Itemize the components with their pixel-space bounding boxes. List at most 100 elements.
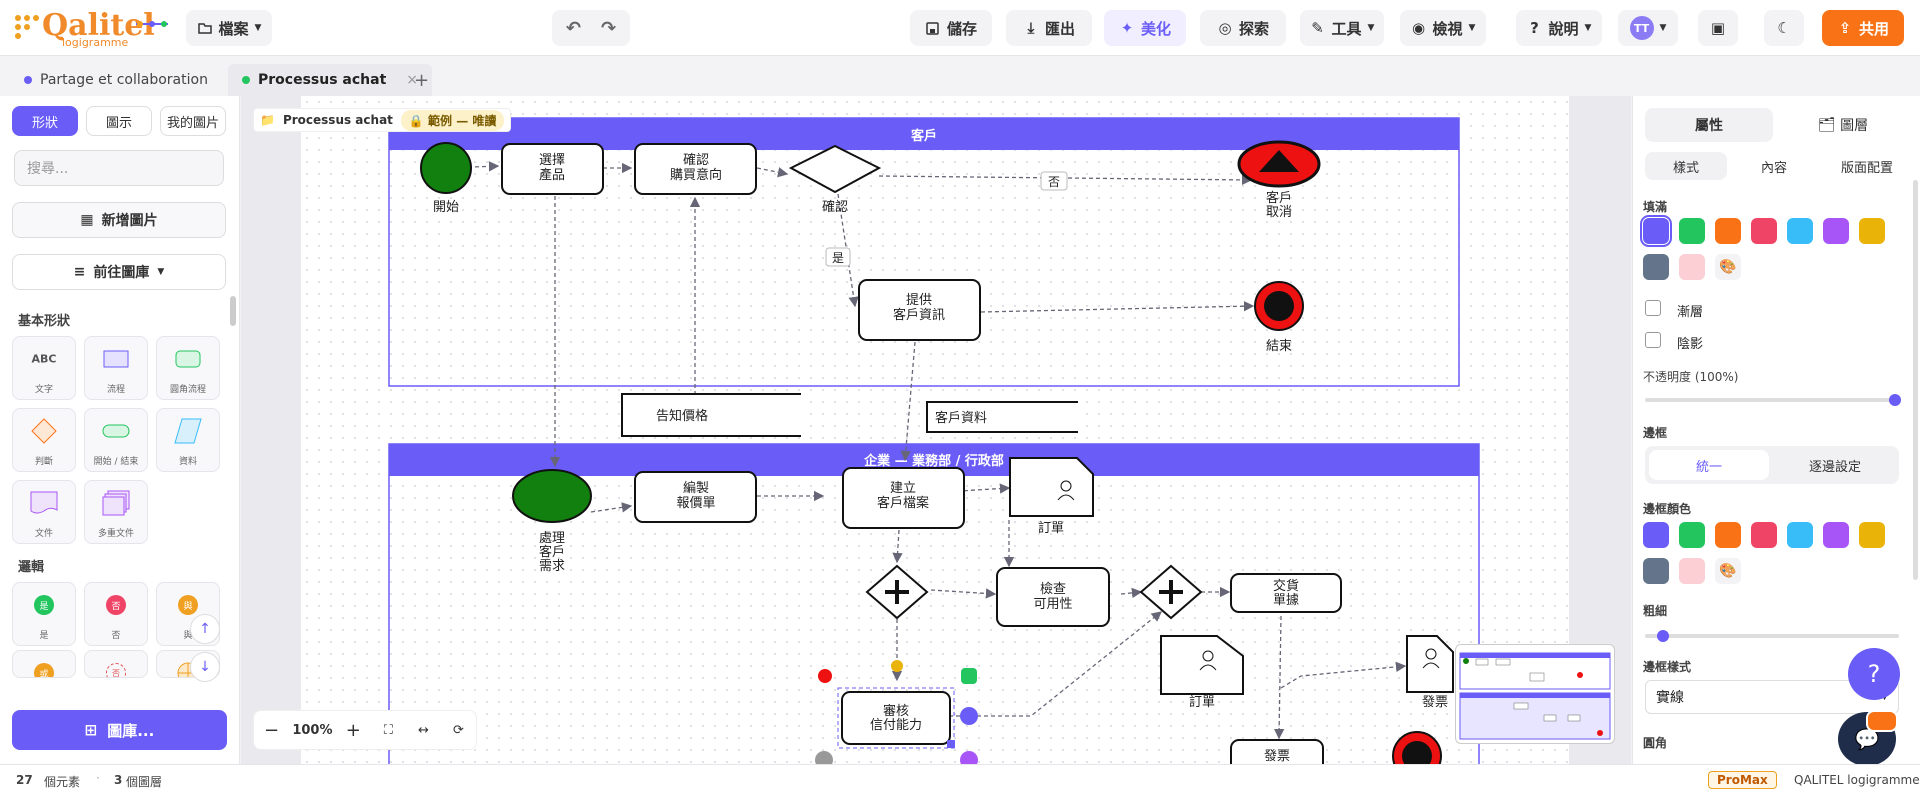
task-provide-info[interactable]: 提供客戶資訊 xyxy=(858,279,981,341)
fit-width-button[interactable]: ↔ xyxy=(406,723,441,738)
rotate-handle-icon[interactable] xyxy=(891,660,903,672)
logic-yes[interactable]: 是是 xyxy=(12,582,76,646)
save-button[interactable]: 儲存 xyxy=(910,10,992,46)
end-event-bottom[interactable] xyxy=(1392,731,1442,764)
task-check[interactable]: 檢查可用性 xyxy=(996,567,1110,627)
fill-swatch-purple[interactable] xyxy=(1640,215,1672,247)
new-tab-button[interactable]: + xyxy=(400,64,443,96)
zoom-in-button[interactable]: + xyxy=(336,720,371,741)
task-credit-check[interactable]: 審核信付能力 xyxy=(837,687,955,749)
start-event-handle[interactable]: 處理客戶需求 xyxy=(512,469,592,574)
shadow-checkbox[interactable] xyxy=(1645,332,1661,348)
opacity-slider[interactable] xyxy=(1645,398,1895,402)
tab-layers[interactable]: 🗂 圖層 xyxy=(1779,108,1907,142)
border-swatch-pink[interactable] xyxy=(1679,558,1705,584)
fill-swatch-red[interactable] xyxy=(1751,218,1777,244)
notification-badge[interactable] xyxy=(1866,710,1898,732)
logic-or[interactable]: 或 xyxy=(12,650,76,678)
delete-handle-icon[interactable] xyxy=(818,669,832,683)
border-mode-uniform[interactable]: 統一 xyxy=(1649,450,1769,480)
task-create-file[interactable]: 建立客戶檔案 xyxy=(842,467,965,529)
custom-color-button[interactable]: 🎨 xyxy=(1715,254,1741,280)
link-handle-icon[interactable] xyxy=(960,751,978,764)
fill-swatch-blue[interactable] xyxy=(1787,218,1813,244)
thickness-slider-thumb[interactable] xyxy=(1657,630,1669,642)
help-menu-button[interactable]: ? 說明 ▼ xyxy=(1516,10,1602,46)
document-order-2[interactable]: 訂單 xyxy=(1160,635,1244,710)
beautify-button[interactable]: ✦ 美化 xyxy=(1104,10,1186,46)
shape-process[interactable]: 流程 xyxy=(84,336,148,400)
end-event-cancel[interactable]: 客戶取消 xyxy=(1237,140,1321,220)
scroll-down-button[interactable]: ↓ xyxy=(190,652,220,682)
start-event[interactable]: 開始 xyxy=(420,142,472,215)
go-library-button[interactable]: ≡ 前往圖庫 ▼ xyxy=(12,254,226,290)
opacity-slider-thumb[interactable] xyxy=(1889,394,1901,406)
fill-swatch-yellow[interactable] xyxy=(1859,218,1885,244)
resize-handle-icon[interactable] xyxy=(947,740,955,748)
shape-data[interactable]: 資料 xyxy=(156,408,220,472)
task-invoice-2[interactable]: 發票 xyxy=(1230,739,1324,764)
task-quote[interactable]: 編製報價單 xyxy=(634,471,757,523)
document-order-1[interactable]: 訂單 xyxy=(1009,457,1094,536)
subtab-style[interactable]: 樣式 xyxy=(1645,152,1727,180)
view-menu-button[interactable]: ◉ 檢視 ▼ xyxy=(1400,10,1486,46)
tools-menu-button[interactable]: ✎ 工具 ▼ xyxy=(1300,10,1384,46)
redo-icon[interactable]: ↷ xyxy=(601,18,616,39)
border-swatch-violet[interactable] xyxy=(1823,522,1849,548)
task-delivery[interactable]: 交貨單據 xyxy=(1230,573,1342,613)
gateway-parallel-2[interactable] xyxy=(1139,564,1203,620)
duplicate-handle-icon[interactable] xyxy=(961,668,977,684)
file-menu-button[interactable]: 檔案 ▼ xyxy=(186,10,272,46)
undo-icon[interactable]: ↶ xyxy=(566,18,581,39)
document-invoice-1[interactable]: 發票 xyxy=(1406,635,1454,710)
border-swatch-slate[interactable] xyxy=(1643,558,1669,584)
fill-swatch-violet[interactable] xyxy=(1823,218,1849,244)
task-confirm-intent[interactable]: 確認購買意向 xyxy=(634,143,757,195)
logic-no[interactable]: 否否 xyxy=(84,582,148,646)
subtab-layout[interactable]: 版面配置 xyxy=(1821,152,1913,180)
gateway-confirm[interactable]: 確認 xyxy=(788,144,882,215)
scrollbar-thumb[interactable] xyxy=(1913,180,1918,580)
thickness-slider[interactable] xyxy=(1645,634,1899,638)
data-client[interactable]: 客戶資料 xyxy=(926,401,1078,433)
border-swatch-purple[interactable] xyxy=(1643,522,1669,548)
logic-not[interactable]: 否 xyxy=(84,650,148,678)
border-custom-color-button[interactable]: 🎨 xyxy=(1715,558,1741,584)
fill-swatch-green[interactable] xyxy=(1679,218,1705,244)
shape-rounded-process[interactable]: 圓角流程 xyxy=(156,336,220,400)
unlink-handle-icon[interactable] xyxy=(815,751,833,764)
shape-terminator[interactable]: 開始 / 結束 xyxy=(84,408,148,472)
add-connection-handle-icon[interactable] xyxy=(960,707,978,725)
gallery-button[interactable]: ⊞ 圖庫... xyxy=(12,710,227,750)
tab-partage[interactable]: Partage et collaboration × xyxy=(10,64,254,96)
minimap[interactable] xyxy=(1455,644,1615,744)
border-swatch-yellow[interactable] xyxy=(1859,522,1885,548)
border-swatch-green[interactable] xyxy=(1679,522,1705,548)
help-fab[interactable]: ? xyxy=(1848,648,1900,700)
shape-multi-document[interactable]: 多重文件 xyxy=(84,480,148,544)
explore-button[interactable]: ◎ 探索 xyxy=(1200,10,1286,46)
scrollbar-thumb[interactable] xyxy=(230,296,236,326)
reset-view-button[interactable]: ⟳ xyxy=(441,723,476,738)
task-select[interactable]: 選擇產品 xyxy=(501,143,604,195)
segment-shapes[interactable]: 形狀 xyxy=(12,106,78,136)
zoom-out-button[interactable]: − xyxy=(254,720,289,741)
account-menu-button[interactable]: TT ▼ xyxy=(1618,10,1678,46)
zoom-level[interactable]: 100% xyxy=(289,723,336,738)
end-event[interactable]: 結束 xyxy=(1254,281,1304,354)
add-image-button[interactable]: ▦ 新增圖片 xyxy=(12,202,226,238)
dark-mode-button[interactable]: ☾ xyxy=(1764,10,1804,46)
tab-properties[interactable]: 屬性 xyxy=(1645,108,1773,142)
fill-swatch-pink[interactable] xyxy=(1679,254,1705,280)
shape-decision[interactable]: 判斷 xyxy=(12,408,76,472)
fill-swatch-slate[interactable] xyxy=(1643,254,1669,280)
diagram-canvas[interactable]: 客戶 企業 — 業務部 / 行政部 開始 選擇 產品 確認 購買意向 確認 否 是 … xyxy=(241,96,1631,764)
subtab-content[interactable]: 內容 xyxy=(1733,152,1815,180)
data-notify-price[interactable]: 告知價格 xyxy=(621,393,801,437)
fill-swatch-orange[interactable] xyxy=(1715,218,1741,244)
share-button[interactable]: ⇪ 共用 xyxy=(1822,10,1904,46)
present-button[interactable]: ▣ xyxy=(1698,10,1738,46)
export-button[interactable]: ⤓ 匯出 xyxy=(1006,10,1092,46)
border-swatch-blue[interactable] xyxy=(1787,522,1813,548)
shape-text[interactable]: ABC 文字 xyxy=(12,336,76,400)
